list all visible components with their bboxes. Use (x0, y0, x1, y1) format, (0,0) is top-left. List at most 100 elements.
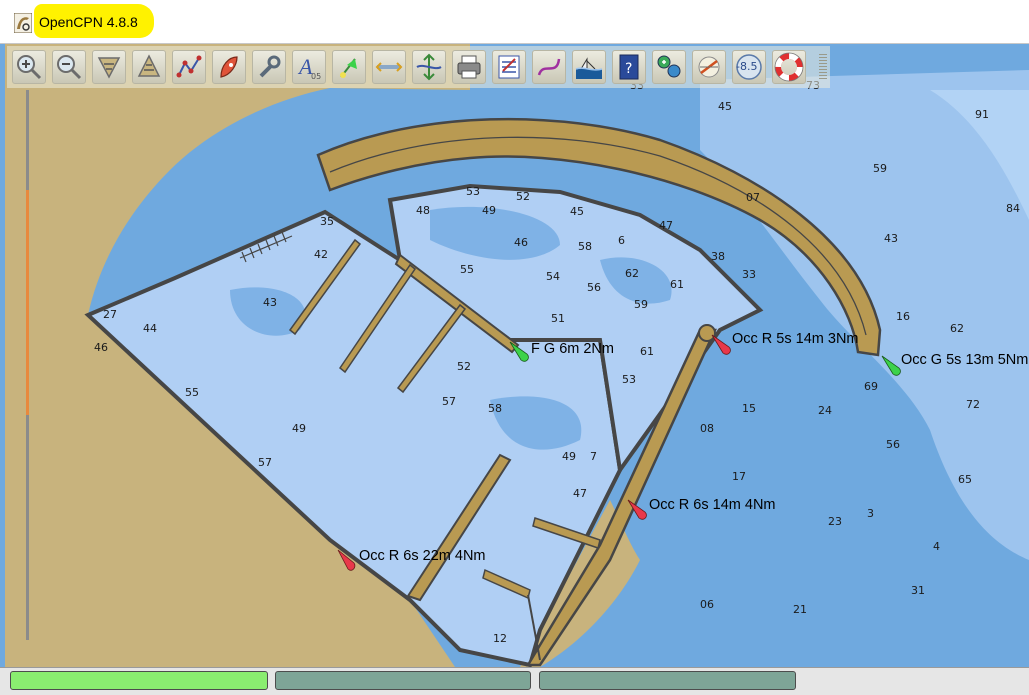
mob-button[interactable] (772, 50, 806, 84)
sounding: 61 (670, 278, 684, 291)
route-icon (176, 55, 202, 78)
sounding: 84 (1006, 202, 1020, 215)
ruler-button[interactable] (692, 50, 726, 84)
settings-button[interactable] (252, 50, 286, 84)
zoom-in-icon (17, 55, 42, 80)
sounding: 69 (864, 380, 878, 393)
sounding: 42 (314, 248, 328, 261)
sounding: 53 (466, 185, 480, 198)
sounding: 08 (700, 422, 714, 435)
wrench-icon (259, 55, 281, 78)
sounding: 21 (793, 603, 807, 616)
sounding: 57 (442, 395, 456, 408)
zoom-in-button[interactable] (12, 50, 46, 84)
sounding: 52 (516, 190, 530, 203)
light-label: Occ R 6s 14m 4Nm (649, 497, 776, 513)
sounding: 45 (570, 205, 584, 218)
light-label: Occ G 5s 13m 5Nm (901, 352, 1028, 368)
sounding: 15 (742, 402, 756, 415)
current-button[interactable] (332, 50, 366, 84)
sounding: 62 (950, 322, 964, 335)
track-button[interactable] (532, 50, 566, 84)
sounding: 6 (618, 234, 625, 247)
text-button[interactable]: A 05 (292, 50, 326, 84)
sounding: 43 (263, 296, 277, 309)
pier-head (698, 324, 716, 342)
sounding: 52 (457, 360, 471, 373)
depth-button[interactable] (412, 50, 446, 84)
route-manager-icon (498, 55, 520, 79)
sounding: 55 (460, 263, 474, 276)
chart-quilt-button[interactable] (572, 50, 606, 84)
tide-button[interactable] (372, 50, 406, 84)
scale-out-button[interactable] (132, 50, 166, 84)
sounding: 49 (562, 450, 576, 463)
sounding: 49 (292, 422, 306, 435)
main-toolbar: A 05 ? -8.5 (7, 46, 830, 88)
sounding: 47 (573, 487, 587, 500)
help-book-icon: ? (619, 54, 639, 80)
toolbar-grip[interactable] (819, 54, 827, 80)
chart-piano-key[interactable] (539, 671, 796, 690)
sounding: 47 (659, 219, 673, 232)
text-icon: A05 (297, 54, 321, 81)
sounding: 7 (590, 450, 597, 463)
depth-unit-button[interactable]: -8.5 (732, 50, 766, 84)
sounding: 38 (711, 250, 725, 263)
light-label: Occ R 5s 14m 3Nm (732, 331, 859, 347)
svg-text:05: 05 (311, 72, 321, 81)
chart-scale-down-icon (97, 57, 121, 79)
sounding: 24 (818, 404, 832, 417)
sounding: 35 (320, 215, 334, 228)
sounding: 27 (103, 308, 117, 321)
current-icon (340, 58, 357, 78)
ais-button[interactable] (652, 50, 686, 84)
window-title: OpenCPN 4.8.8 (39, 14, 138, 30)
scale-in-button[interactable] (92, 50, 126, 84)
sounding: 17 (732, 470, 746, 483)
sounding: 44 (143, 322, 157, 335)
zoom-out-button[interactable] (52, 50, 86, 84)
ship-icon (220, 56, 238, 78)
sounding: 06 (700, 598, 714, 611)
sounding: 4 (933, 540, 940, 553)
sounding: 07 (746, 191, 760, 204)
sounding: 48 (416, 204, 430, 217)
chart-bar (0, 667, 1029, 695)
sounding: 43 (884, 232, 898, 245)
sounding: 57 (258, 456, 272, 469)
sounding: 53 (622, 373, 636, 386)
sounding: 55 (185, 386, 199, 399)
chart-piano-key[interactable] (10, 671, 268, 690)
sounding: 56 (886, 438, 900, 451)
zoom-out-icon (57, 55, 82, 80)
sounding: 91 (975, 108, 989, 121)
sounding: 58 (488, 402, 502, 415)
sounding: 59 (634, 298, 648, 311)
route-button[interactable] (172, 50, 206, 84)
sounding: 61 (640, 345, 654, 358)
chart-bar-thumb[interactable] (26, 190, 29, 415)
sounding: 65 (958, 473, 972, 486)
chart-scale-up-icon (137, 54, 161, 77)
route-manager-button[interactable] (492, 50, 526, 84)
auto-follow-button[interactable] (212, 50, 246, 84)
sounding: 49 (482, 204, 496, 217)
svg-text:?: ? (625, 61, 632, 77)
printer-icon (457, 55, 481, 79)
sounding: 59 (873, 162, 887, 175)
sounding: 51 (551, 312, 565, 325)
sounding: 3 (867, 507, 874, 520)
depth-icon (416, 53, 442, 81)
depth-unit-label: -8.5 (736, 60, 758, 73)
ship-chart-icon (575, 57, 603, 79)
ruler-icon (698, 56, 720, 78)
ais-icon (657, 55, 681, 78)
help-button[interactable]: ? (612, 50, 646, 84)
chart-piano-key[interactable] (275, 671, 531, 690)
track-icon (537, 58, 561, 76)
print-button[interactable] (452, 50, 486, 84)
nautical-chart[interactable]: 45 91 59 84 43 07 16 62 69 72 56 65 24 1… (0, 44, 1029, 667)
opencpn-app-icon (13, 12, 33, 34)
chart-canvas[interactable]: 45 91 59 84 43 07 16 62 69 72 56 65 24 1… (0, 44, 1029, 667)
